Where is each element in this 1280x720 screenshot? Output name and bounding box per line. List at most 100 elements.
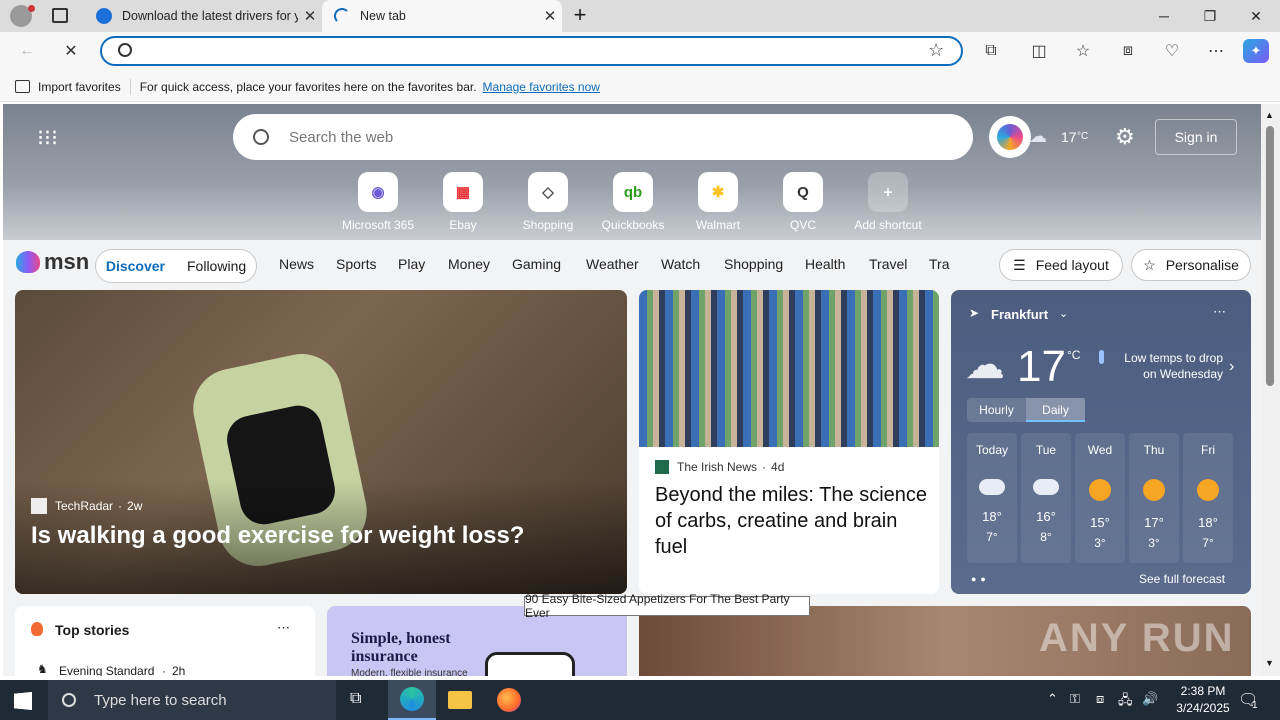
import-favorites-button[interactable]: Import favorites: [38, 80, 121, 94]
nav-item[interactable]: Shopping: [724, 256, 783, 272]
nav-item[interactable]: Watch: [661, 256, 700, 272]
tab-following[interactable]: Following: [187, 258, 246, 274]
weather-city[interactable]: Frankfurt: [991, 307, 1048, 322]
nav-item[interactable]: Gaming: [512, 256, 561, 272]
tab-actions-icon[interactable]: [52, 8, 68, 23]
nav-item[interactable]: Tra: [929, 256, 949, 272]
forecast-day[interactable]: Fri 18° 7°: [1183, 433, 1233, 563]
back-button[interactable]: ←: [12, 38, 42, 64]
taskbar-search-box[interactable]: Type here to search: [48, 680, 336, 720]
copilot-icon[interactable]: ✦: [1243, 39, 1269, 63]
lead-story-card[interactable]: TechRadar · 2w Is walking a good exercis…: [15, 290, 627, 594]
favorites-icon[interactable]: ☆: [1068, 38, 1098, 64]
nav-item[interactable]: News: [279, 256, 314, 272]
header-weather-temp[interactable]: 17: [1061, 129, 1077, 145]
shortcut-tile[interactable]: ▦ Ebay: [422, 172, 504, 232]
tray-chevron-up-icon[interactable]: ⌃: [1047, 691, 1058, 707]
network-icon[interactable]: 🖧: [1118, 691, 1133, 713]
import-favorites-icon: [15, 80, 30, 93]
personalise-button[interactable]: ☆ Personalise: [1131, 249, 1251, 281]
scroll-down-arrow-icon[interactable]: ▼: [1265, 658, 1274, 668]
weather-unit: °C: [1067, 348, 1081, 362]
volume-icon[interactable]: 🔊: [1142, 691, 1158, 707]
story2-headline[interactable]: Beyond the miles: The science of carbs, …: [655, 482, 931, 560]
tab-drivers[interactable]: Download the latest drivers for y ✕: [84, 0, 322, 32]
carousel-dots[interactable]: ●●: [971, 574, 990, 584]
start-windows-icon[interactable]: [14, 692, 32, 710]
personalise-icon: ☆: [1143, 256, 1156, 273]
restore-button[interactable]: ❐: [1187, 0, 1233, 32]
scroll-up-arrow-icon[interactable]: ▲: [1265, 110, 1274, 120]
nav-item[interactable]: Travel: [869, 256, 907, 272]
forecast-day[interactable]: Tue 16° 8°: [1021, 433, 1071, 563]
forecast-low: 3°: [1094, 536, 1106, 550]
tab-discover[interactable]: Discover: [106, 258, 165, 274]
forecast-day[interactable]: Today 18° 7°: [967, 433, 1017, 563]
weather-card[interactable]: ➤ Frankfurt ⌄ ⋯ ☁ 17 °C Low temps to dro…: [951, 290, 1251, 594]
shortcut-tile[interactable]: ✱ Walmart: [677, 172, 759, 232]
web-search-placeholder[interactable]: Search the web: [289, 129, 393, 146]
stop-loading-button[interactable]: ✕: [56, 38, 86, 64]
clock-time[interactable]: 2:38 PM: [1168, 684, 1238, 698]
shortcut-tile[interactable]: qb Quickbooks: [592, 172, 674, 232]
favorites-hint: For quick access, place your favorites h…: [139, 79, 477, 94]
sign-in-button[interactable]: Sign in: [1155, 119, 1237, 155]
nav-item[interactable]: Money: [448, 256, 490, 272]
nav-item[interactable]: Play: [398, 256, 425, 272]
nav-item[interactable]: Health: [805, 256, 845, 272]
more-menu-icon[interactable]: ⋯: [1201, 38, 1231, 64]
taskbar-search-placeholder[interactable]: Type here to search: [94, 692, 227, 709]
shortcut-tile[interactable]: + Add shortcut: [847, 172, 929, 232]
feed-layout-button[interactable]: ☰ Feed layout: [999, 249, 1123, 281]
lead-age: 2w: [127, 499, 143, 513]
top-stories-title[interactable]: Top stories: [55, 622, 129, 638]
new-tab-button[interactable]: +: [568, 4, 592, 28]
forecast-day[interactable]: Thu 17° 3°: [1129, 433, 1179, 563]
tab-new-tab[interactable]: New tab ✕: [322, 0, 562, 32]
collections-icon[interactable]: ⧈: [1113, 38, 1143, 64]
top-stories-more-icon[interactable]: ⋯: [277, 620, 290, 636]
see-full-forecast-link[interactable]: See full forecast: [1139, 572, 1225, 586]
forecast-day[interactable]: Wed 15° 3°: [1075, 433, 1125, 563]
manage-favorites-link[interactable]: Manage favorites now: [483, 80, 600, 94]
file-explorer-icon[interactable]: [448, 691, 472, 709]
tab-hourly[interactable]: Hourly: [967, 398, 1026, 422]
tray-network-alt-icon[interactable]: ⧈: [1096, 691, 1104, 707]
favorite-star-icon[interactable]: ☆: [928, 40, 944, 61]
edge-taskbar-icon[interactable]: [388, 680, 436, 720]
scroll-thumb[interactable]: [1266, 126, 1274, 386]
msn-logo[interactable]: msn: [16, 249, 89, 275]
split-screen-icon[interactable]: ◫: [1024, 38, 1054, 64]
weather-temp: 17: [1017, 342, 1066, 391]
close-tab-icon[interactable]: ✕: [298, 7, 322, 25]
shortcut-tile[interactable]: ◉ Microsoft 365: [337, 172, 419, 232]
clock-date[interactable]: 3/24/2025: [1168, 701, 1238, 715]
city-chevron-down-icon[interactable]: ⌄: [1059, 307, 1068, 320]
address-input[interactable]: [142, 41, 902, 61]
ad-headline: Simple, honest insurance: [351, 630, 451, 665]
shortcut-tile[interactable]: Q QVC: [762, 172, 844, 232]
weather-next-chevron-icon[interactable]: ›: [1229, 358, 1234, 376]
settings-gear-icon[interactable]: ⚙: [1115, 124, 1135, 150]
tray-app-icon[interactable]: ⚿: [1070, 691, 1080, 707]
story-card[interactable]: The Irish News · 4d Beyond the miles: Th…: [639, 290, 939, 594]
web-search-box[interactable]: Search the web: [233, 114, 973, 160]
extensions-icon[interactable]: ⧉: [976, 38, 1006, 64]
weather-note[interactable]: Low temps to drop on Wednesday: [1111, 350, 1223, 382]
page-scrollbar[interactable]: ▲ ▼: [1261, 104, 1280, 676]
weather-more-icon[interactable]: ⋯: [1213, 304, 1226, 320]
nav-item[interactable]: Weather: [586, 256, 639, 272]
nav-item[interactable]: Sports: [336, 256, 376, 272]
minimize-button[interactable]: ─: [1141, 0, 1187, 32]
close-window-button[interactable]: ✕: [1233, 0, 1279, 32]
lead-headline[interactable]: Is walking a good exercise for weight lo…: [31, 522, 524, 550]
copilot-search-icon[interactable]: [989, 116, 1031, 158]
apps-launcher-icon[interactable]: ⁝⁝⁝: [37, 127, 59, 150]
address-bar[interactable]: ☆: [100, 36, 963, 66]
close-tab-icon[interactable]: ✕: [538, 7, 562, 25]
task-view-icon[interactable]: ⧉: [350, 690, 361, 708]
tab-daily[interactable]: Daily: [1026, 398, 1085, 422]
shortcut-tile[interactable]: ◇ Shopping: [507, 172, 589, 232]
firefox-icon[interactable]: [497, 688, 521, 712]
browser-essentials-icon[interactable]: ♡: [1157, 38, 1187, 64]
